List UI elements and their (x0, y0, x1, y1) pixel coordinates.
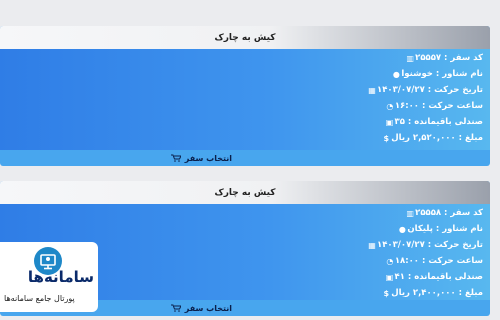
logo-name: سامانه‌ها (27, 268, 94, 286)
trip-footer: انتخاب سفر (0, 150, 490, 166)
departure-date-row: ▦ تاریخ حرکت : ۱۴۰۳/۰۷/۲۷ (362, 240, 483, 250)
trip-title: کیش به چارک (0, 181, 490, 204)
ship-name-row: ● نام شناور : خوشنوا (386, 69, 483, 79)
trip-code: کد سفر : ۲۵۵۵۷ (415, 53, 483, 63)
price-row: $ مبلغ : ۲,۵۲۰,۰۰۰ ریال (376, 133, 483, 143)
ship-name-row: ● نام شناور : پلیکان (392, 224, 483, 234)
barcode-icon: ▥ (406, 53, 414, 63)
departure-date: تاریخ حرکت : ۱۴۰۳/۰۷/۲۷ (377, 85, 483, 95)
ship-name: نام شناور : خوشنوا (401, 69, 483, 79)
trip-code-row: ▥ کد سفر : ۲۵۵۵۸ (400, 208, 483, 218)
seat-icon: ▣ (385, 117, 394, 127)
select-trip-button[interactable]: انتخاب سفر (170, 153, 232, 163)
departure-date-row: ▦ تاریخ حرکت : ۱۴۰۳/۰۷/۲۷ (362, 85, 483, 95)
site-logo: سامانه‌ها پورتال جامع سامانه‌ها (0, 242, 98, 312)
trip-card: کیش به چارک ▥ کد سفر : ۲۵۵۵۷ ● نام شناور… (0, 26, 490, 166)
price: مبلغ : ۲,۴۰۰,۰۰۰ ریال (391, 288, 483, 298)
departure-time-row: ◔ ساعت حرکت : ۱۶:۰۰ (380, 101, 483, 111)
trip-code: کد سفر : ۲۵۵۵۸ (415, 208, 483, 218)
seat-icon: ▣ (385, 272, 394, 282)
cart-icon (170, 154, 181, 162)
price: مبلغ : ۲,۵۲۰,۰۰۰ ریال (391, 133, 483, 143)
clock-icon: ◔ (386, 101, 394, 111)
clock-icon: ◔ (386, 256, 394, 266)
barcode-icon: ▥ (406, 208, 414, 218)
select-trip-button[interactable]: انتخاب سفر (170, 303, 232, 313)
price-row: $ مبلغ : ۲,۴۰۰,۰۰۰ ریال (376, 288, 483, 298)
dollar-icon: $ (383, 133, 390, 143)
remaining-seats: صندلی باقیمانده : ۳۵ (394, 117, 483, 127)
remaining-seats: صندلی باقیمانده : ۴۱ (394, 272, 483, 282)
logo-tagline: پورتال جامع سامانه‌ها (4, 294, 75, 303)
select-trip-label: انتخاب سفر (184, 303, 232, 313)
departure-time-row: ◔ ساعت حرکت : ۱۸:۰۰ (380, 256, 483, 266)
trip-title: کیش به چارک (0, 26, 490, 49)
seats-row: ▣ صندلی باقیمانده : ۴۱ (380, 272, 483, 282)
departure-time: ساعت حرکت : ۱۸:۰۰ (394, 256, 483, 266)
calendar-icon: ▦ (368, 85, 376, 95)
dollar-icon: $ (383, 288, 390, 298)
trip-details: ▥ کد سفر : ۲۵۵۵۷ ● نام شناور : خوشنوا ▦ … (0, 49, 490, 150)
calendar-icon: ▦ (368, 240, 376, 250)
user-icon: ● (398, 224, 406, 234)
departure-date: تاریخ حرکت : ۱۴۰۳/۰۷/۲۷ (377, 240, 483, 250)
trip-code-row: ▥ کد سفر : ۲۵۵۵۷ (400, 53, 483, 63)
seats-row: ▣ صندلی باقیمانده : ۳۵ (380, 117, 483, 127)
cart-icon (170, 304, 181, 312)
departure-time: ساعت حرکت : ۱۶:۰۰ (394, 101, 483, 111)
ship-name: نام شناور : پلیکان (407, 224, 483, 234)
select-trip-label: انتخاب سفر (184, 153, 232, 163)
user-icon: ● (392, 69, 400, 79)
